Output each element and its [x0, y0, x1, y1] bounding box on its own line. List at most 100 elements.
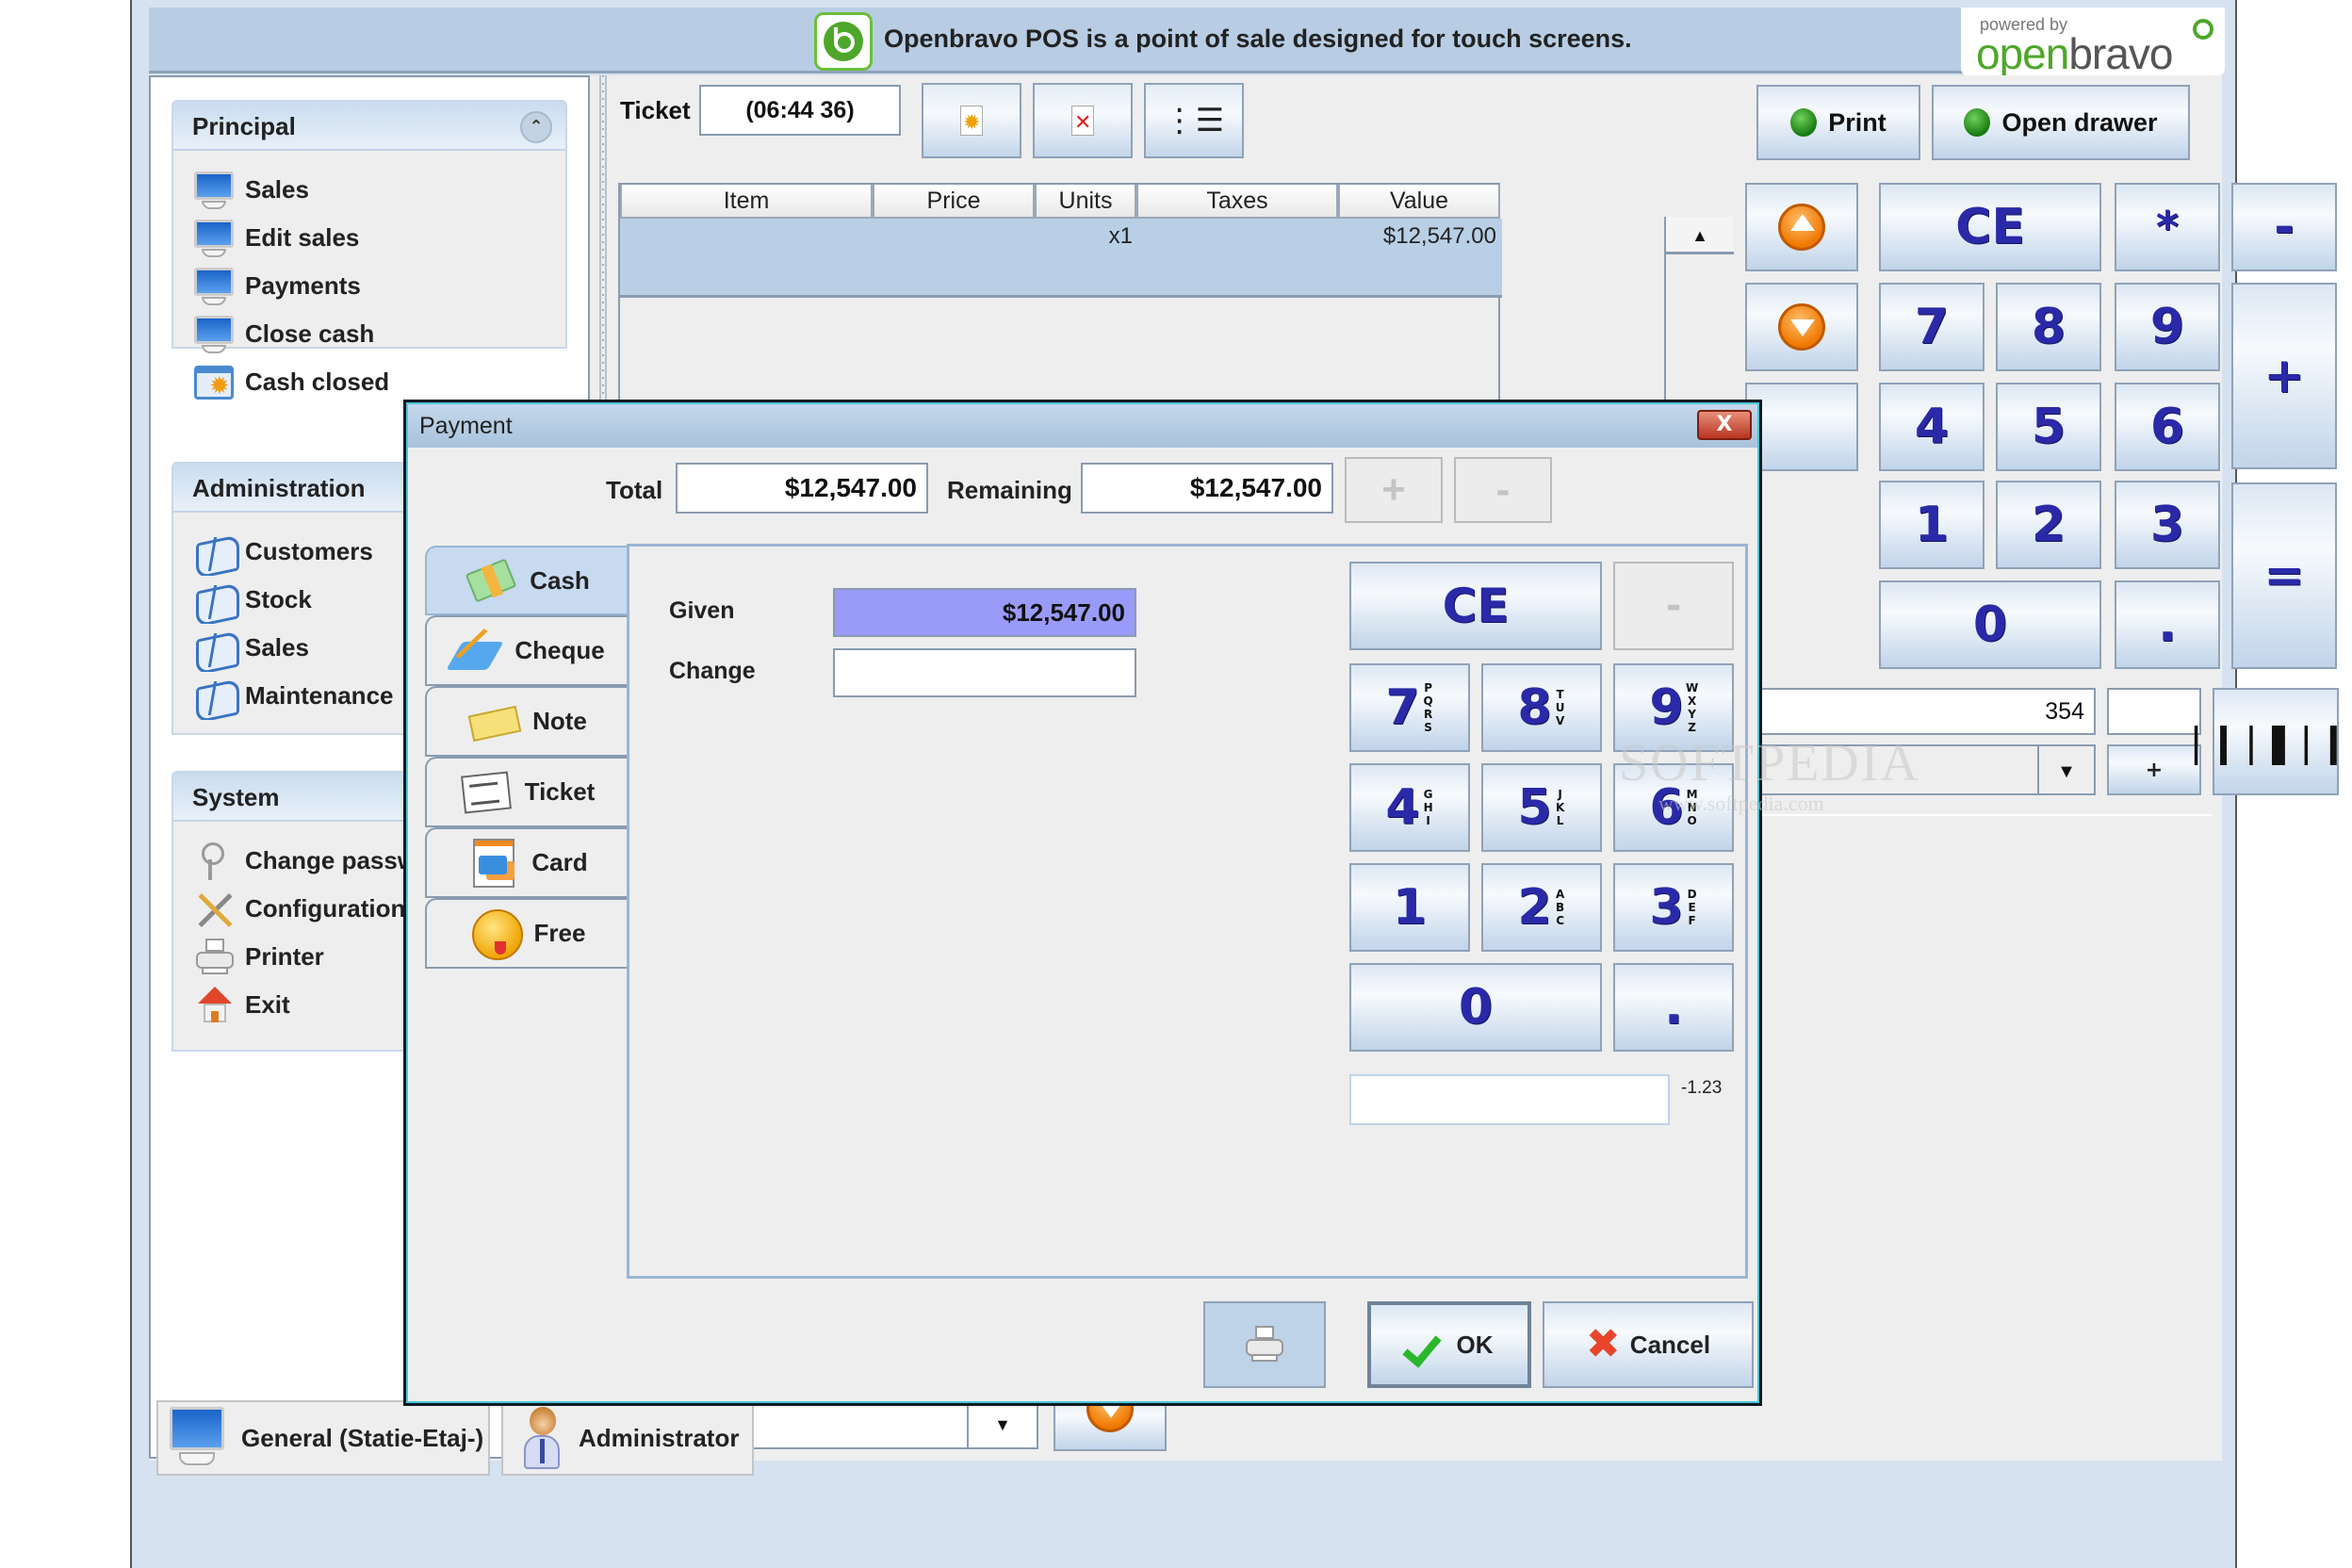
dialog-key-4[interactable]: 4 GHI [1349, 763, 1470, 852]
remaining-label: Remaining [947, 476, 1072, 504]
main-multiply-button[interactable]: * [2115, 183, 2220, 271]
dialog-key-7[interactable]: 7 PQRS [1349, 663, 1470, 752]
tools-icon [192, 889, 237, 930]
dialog-key-8[interactable]: 8 TUV [1481, 663, 1602, 752]
main-key-0[interactable]: 0 [1879, 580, 2101, 669]
dialog-key-1[interactable]: 1 [1349, 863, 1470, 952]
main-equals-button[interactable]: = [2231, 482, 2337, 669]
barcode-input[interactable]: 354 [1751, 688, 2096, 735]
green-led-icon [1964, 108, 1991, 137]
main-key-7[interactable]: 7 [1879, 283, 1984, 371]
column-header-item[interactable]: Item [620, 185, 873, 219]
main-key-5[interactable]: 5 [1996, 383, 2101, 471]
key-letters: DEF [1685, 888, 1699, 927]
user-avatar-icon [520, 1405, 564, 1471]
main-key-9[interactable]: 9 [2115, 283, 2220, 371]
home-icon [192, 985, 237, 1026]
key-letters: ABC [1553, 888, 1567, 927]
main-plus-button[interactable]: + [2231, 283, 2337, 469]
new-ticket-icon: ✹ [960, 106, 983, 136]
monitor-icon [168, 1405, 230, 1471]
key-letters: GHI [1421, 788, 1435, 827]
open-drawer-button[interactable]: Open drawer [1932, 85, 2190, 160]
dialog-key-5[interactable]: 5 JKL [1481, 763, 1602, 852]
dialog-close-button[interactable]: X [1697, 410, 1752, 440]
column-header-units[interactable]: Units [1035, 185, 1136, 219]
line-up-button[interactable] [1745, 183, 1858, 271]
group-title: System [192, 783, 280, 811]
tab-card[interactable]: Card [425, 827, 627, 898]
total-label: Total [606, 476, 663, 504]
openbravo-logo-icon [814, 12, 873, 71]
column-header-value[interactable]: Value [1338, 185, 1500, 219]
dialog-key-6[interactable]: 6 MNO [1613, 763, 1734, 852]
main-minus-button[interactable]: - [2231, 183, 2337, 271]
cell-taxes [1136, 219, 1338, 295]
cash-payment-panel: Given $12,547.00 Change CE - 7 PQRS 8 TUV … [627, 544, 1748, 1279]
dialog-key-9[interactable]: 9 WXYZ [1613, 663, 1734, 752]
book-icon [192, 531, 237, 573]
sidebar-item-sales[interactable]: Sales [192, 166, 565, 214]
new-ticket-button[interactable]: ✹ [922, 83, 1021, 158]
dialog-key-2[interactable]: 2 ABC [1481, 863, 1602, 952]
tab-cash[interactable]: Cash [425, 546, 627, 615]
barcode-icon: ❘❙❘❚❘❙❘ [2179, 718, 2352, 765]
main-key-3[interactable]: 3 [2115, 481, 2220, 569]
main-key-2[interactable]: 2 [1996, 481, 2101, 569]
dialog-minus-button[interactable]: - [1613, 562, 1734, 650]
cancel-button[interactable]: ✖ Cancel [1543, 1301, 1754, 1388]
book-icon [192, 676, 237, 717]
delete-ticket-button[interactable]: ✕ [1033, 83, 1133, 158]
ticket-label: Ticket [620, 96, 691, 124]
checkmark-icon [1406, 1326, 1447, 1364]
add-payment-button[interactable]: + [1345, 457, 1443, 523]
print-button[interactable]: Print [1756, 85, 1920, 160]
line-delete-button[interactable] [1745, 383, 1858, 471]
main-key-4[interactable]: 4 [1879, 383, 1984, 471]
dialog-ce-button[interactable]: CE [1349, 562, 1602, 650]
key-letters: TUV [1553, 688, 1567, 727]
main-key-1[interactable]: 1 [1879, 481, 1984, 569]
sidebar-item-close-cash[interactable]: Close cash [192, 310, 565, 358]
dialog-dot-button[interactable]: . [1613, 963, 1734, 1052]
table-row[interactable]: x1 $12,547.00 [620, 219, 1502, 298]
sidebar-item-payments[interactable]: Payments [192, 262, 565, 310]
user-button[interactable]: Administrator [501, 1400, 754, 1476]
tab-ticket[interactable]: Ticket [425, 757, 627, 827]
monitor-icon [192, 314, 237, 355]
cell-value: $12,547.00 [1382, 223, 1496, 249]
collapse-chevron-up-icon[interactable]: ⌃ [520, 111, 552, 143]
monitor-icon [192, 170, 237, 211]
dialog-titlebar[interactable]: Payment X [408, 404, 1757, 448]
tab-cheque[interactable]: Cheque [425, 615, 627, 686]
header-banner: Openbravo POS is a point of sale designe… [149, 8, 2225, 78]
ticket-icon [459, 766, 515, 819]
remove-payment-button[interactable]: - [1454, 457, 1552, 523]
column-header-taxes[interactable]: Taxes [1136, 185, 1338, 219]
main-ce-button[interactable]: CE [1879, 183, 2101, 271]
barcode-scan-button[interactable]: ❘❙❘❚❘❙❘ [2180, 688, 2352, 795]
print-receipt-button[interactable] [1203, 1301, 1326, 1388]
user-label: Administrator [579, 1423, 740, 1452]
main-key-8[interactable]: 8 [1996, 283, 2101, 371]
sidebar-item-edit-sales[interactable]: Edit sales [192, 214, 565, 262]
divider [1741, 814, 2213, 816]
ticket-id-field: (06:44 36) [699, 85, 901, 136]
dialog-key-0[interactable]: 0 [1349, 963, 1602, 1052]
keypad-input[interactable] [1349, 1074, 1670, 1125]
main-dot-button[interactable]: . [2115, 580, 2220, 669]
main-key-6[interactable]: 6 [2115, 383, 2220, 471]
column-header-price[interactable]: Price [873, 185, 1035, 219]
list-tickets-button[interactable]: ⋮☰ [1144, 83, 1244, 158]
tax-dropdown-icon[interactable]: ▼ [2037, 744, 2096, 795]
tab-note[interactable]: Note [425, 686, 627, 757]
given-field[interactable]: $12,547.00 [833, 588, 1136, 637]
scroll-up-arrow-icon[interactable]: ▲ [1666, 217, 1734, 254]
tab-free[interactable]: Free [425, 898, 627, 969]
line-down-button[interactable] [1745, 283, 1858, 371]
list-icon: ⋮☰ [1163, 103, 1225, 139]
ok-button[interactable]: OK [1367, 1301, 1531, 1388]
monitor-icon [192, 266, 237, 307]
dialog-key-3[interactable]: 3 DEF [1613, 863, 1734, 952]
location-button[interactable]: General (Statie-Etaj-) [156, 1400, 490, 1476]
